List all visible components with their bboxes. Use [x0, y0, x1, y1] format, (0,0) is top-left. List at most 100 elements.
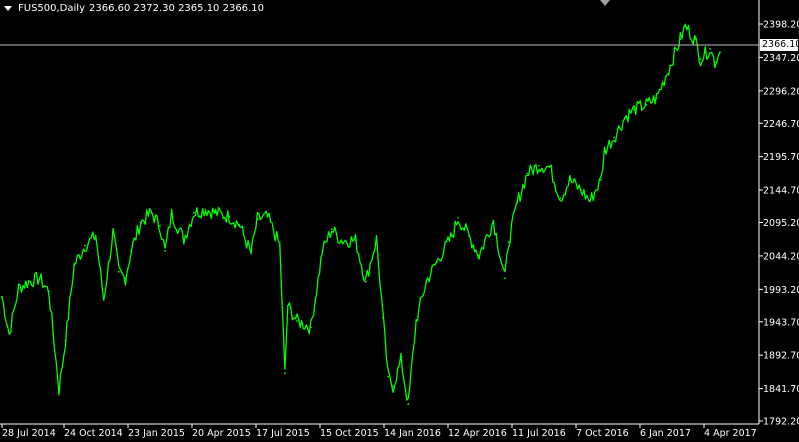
- price-point: [58, 388, 60, 391]
- time-axis-label: 24 Oct 2014: [64, 428, 123, 439]
- price-point: [170, 213, 173, 216]
- price-axis-label: 2144.70: [763, 186, 799, 197]
- price-point: [603, 149, 606, 152]
- price-point: [538, 164, 540, 167]
- price-point: [507, 241, 510, 244]
- time-axis-label: 11 Jul 2016: [512, 428, 566, 439]
- price-point: [102, 298, 105, 301]
- price-point: [278, 244, 281, 247]
- price-point: [38, 277, 41, 280]
- price-axis-label: 2246.70: [763, 119, 799, 130]
- price-point: [699, 58, 702, 60]
- price-point: [256, 218, 259, 221]
- price-point: [296, 320, 298, 322]
- price-point: [118, 270, 120, 273]
- price-point: [589, 200, 591, 202]
- price-point: [364, 280, 367, 283]
- price-point: [164, 249, 167, 252]
- price-axis-label: 1841.70: [763, 384, 799, 395]
- price-point: [130, 249, 133, 252]
- price-point: [284, 372, 286, 375]
- price-axis-label: 1792.20: [763, 417, 799, 428]
- price-point: [579, 189, 582, 191]
- price-axis-label: 2195.70: [763, 152, 799, 163]
- price-point: [354, 239, 357, 242]
- time-axis-label: 7 Oct 2016: [576, 428, 629, 439]
- price-point: [407, 403, 410, 405]
- price-point: [504, 277, 506, 280]
- time-axis-label: 28 Jul 2014: [2, 428, 56, 439]
- time-axis-label: 12 Apr 2016: [448, 428, 507, 439]
- price-point: [478, 254, 480, 257]
- price-point: [94, 234, 97, 237]
- price-point: [492, 219, 495, 222]
- price-point: [435, 261, 438, 264]
- price-point: [330, 228, 333, 231]
- price-point: [84, 244, 86, 247]
- price-axis-label: 1993.20: [763, 285, 799, 296]
- price-point: [392, 385, 394, 388]
- price-point: [451, 234, 454, 237]
- time-axis[interactable]: 28 Jul 2014 24 Oct 2014 23 Jan 2015 20 Apr …: [1, 424, 757, 439]
- price-axis-label: 1943.70: [763, 317, 799, 328]
- price-point: [569, 179, 571, 181]
- time-axis-label: 17 Jul 2015: [256, 428, 310, 439]
- price-point: [228, 215, 231, 218]
- price-point: [679, 38, 682, 41]
- triangle-down-icon[interactable]: [4, 6, 12, 11]
- price-point: [17, 287, 20, 289]
- time-axis-label: 14 Jan 2016: [384, 428, 441, 439]
- price-point: [309, 326, 312, 329]
- price-point: [633, 108, 635, 111]
- price-point: [112, 231, 114, 234]
- price-point: [8, 333, 11, 335]
- price-point: [48, 290, 50, 293]
- price-point: [516, 202, 519, 204]
- price-series-line: [1, 23, 721, 401]
- price-point: [655, 97, 658, 100]
- price-point: [64, 339, 67, 342]
- time-axis-label: 6 Jan 2017: [640, 428, 691, 439]
- price-point: [150, 211, 153, 214]
- price-point: [250, 252, 252, 255]
- time-axis-label: 23 Jan 2015: [128, 428, 185, 439]
- price-point: [73, 264, 76, 267]
- price-point: [387, 375, 389, 378]
- price-point: [684, 25, 687, 27]
- price-point: [425, 280, 428, 283]
- price-point: [415, 320, 418, 322]
- price-point: [139, 221, 142, 224]
- price-point: [238, 223, 241, 226]
- price-point: [193, 211, 195, 214]
- chart-header: FUS500,Daily 2366.60 2372.30 2365.10 236…: [4, 3, 264, 14]
- price-point: [714, 61, 716, 63]
- price-point: [375, 238, 378, 240]
- price-axis-label: 2398.20: [763, 20, 799, 31]
- price-point: [214, 211, 217, 214]
- symbol-timeframe: FUS500,Daily: [18, 3, 85, 14]
- price-point: [457, 217, 459, 219]
- time-axis-label: 20 Apr 2015: [192, 428, 251, 439]
- price-point: [340, 239, 343, 242]
- price-point: [623, 116, 626, 119]
- price-point: [548, 166, 551, 168]
- time-axis-label: 15 Oct 2015: [320, 428, 379, 439]
- chart-shift-marker-icon[interactable]: [600, 0, 610, 6]
- price-axis[interactable]: 2398.20 2347.20 2296.20 2246.70 2195.70 2144.…: [759, 20, 799, 428]
- price-point: [526, 172, 529, 175]
- price-point: [468, 234, 470, 237]
- series-layer: [1, 23, 721, 405]
- price-axis-label: 1892.70: [763, 351, 799, 362]
- price-axis-label: 2296.20: [763, 86, 799, 97]
- ohlc-values: 2366.60 2372.30 2365.10 2366.10: [89, 3, 264, 14]
- price-point: [719, 51, 721, 54]
- price-point: [266, 215, 269, 218]
- price-point: [286, 304, 289, 307]
- price-point: [669, 64, 672, 67]
- price-axis-label: 2044.20: [763, 251, 799, 262]
- price-chart[interactable]: 2398.20 2347.20 2296.20 2246.70 2195.70 2144.…: [0, 0, 799, 442]
- price-axis-label: 2095.20: [763, 218, 799, 229]
- price-point: [709, 48, 711, 50]
- price-point: [613, 136, 615, 139]
- price-point: [204, 208, 207, 211]
